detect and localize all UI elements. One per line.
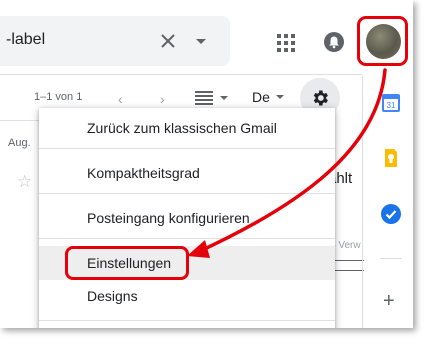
menu-divider bbox=[39, 148, 335, 149]
list-density-icon[interactable] bbox=[195, 91, 213, 105]
input-language-label[interactable]: De bbox=[252, 89, 270, 105]
notifications-icon[interactable] bbox=[324, 32, 344, 52]
menu-item-label: Posteingang konfigurieren bbox=[87, 210, 250, 226]
settings-menu: Zurück zum klassischen Gmail Kompaktheit… bbox=[39, 108, 335, 328]
input-language-dropdown-icon[interactable] bbox=[276, 95, 284, 99]
clear-icon[interactable] bbox=[158, 31, 178, 51]
menu-divider bbox=[39, 193, 335, 194]
menu-item-classic-gmail[interactable]: Zurück zum klassischen Gmail bbox=[39, 120, 335, 140]
star-icon[interactable]: ☆ bbox=[17, 172, 32, 192]
search-options-dropdown-icon[interactable] bbox=[196, 39, 206, 44]
pagination-text: 1–1 von 1 bbox=[34, 91, 83, 103]
add-icon[interactable]: + bbox=[383, 291, 395, 311]
chevron-left-icon[interactable]: ‹ bbox=[118, 91, 123, 107]
tab-divider bbox=[0, 120, 40, 121]
search-bar[interactable]: -label bbox=[0, 16, 230, 66]
menu-item-configure-inbox[interactable]: Posteingang konfigurieren bbox=[39, 210, 335, 230]
keep-icon[interactable] bbox=[381, 148, 401, 168]
menu-item-density[interactable]: Kompaktheitsgrad bbox=[39, 165, 335, 185]
header-divider bbox=[0, 74, 362, 75]
gmail-window: -label 1–1 von 1 ‹ › De Aug. ☆ ählt – Ve… bbox=[0, 0, 413, 328]
calendar-icon[interactable]: 31 bbox=[381, 93, 401, 113]
tasks-icon[interactable] bbox=[381, 204, 401, 224]
calendar-badge: 31 bbox=[387, 101, 396, 110]
search-input[interactable]: -label bbox=[6, 31, 45, 49]
menu-item-label: Kompaktheitsgrad bbox=[87, 165, 200, 181]
divider-line bbox=[330, 270, 364, 271]
chevron-right-icon[interactable]: › bbox=[160, 91, 165, 107]
split-pane-dropdown-icon[interactable] bbox=[220, 96, 228, 100]
gear-icon bbox=[313, 90, 328, 106]
side-panel-separator bbox=[380, 258, 402, 259]
settings-highlight-box bbox=[65, 246, 189, 280]
menu-divider bbox=[39, 238, 335, 239]
divider-line bbox=[330, 260, 364, 261]
apps-icon[interactable] bbox=[277, 34, 295, 52]
side-panel-divider bbox=[362, 75, 363, 328]
date-label: Aug. bbox=[8, 137, 31, 149]
menu-item-label: Designs bbox=[87, 288, 138, 304]
menu-divider bbox=[39, 320, 335, 321]
menu-item-themes[interactable]: Designs bbox=[39, 288, 335, 308]
menu-item-label: Zurück zum klassischen Gmail bbox=[87, 120, 277, 136]
avatar-highlight-box bbox=[357, 16, 408, 66]
